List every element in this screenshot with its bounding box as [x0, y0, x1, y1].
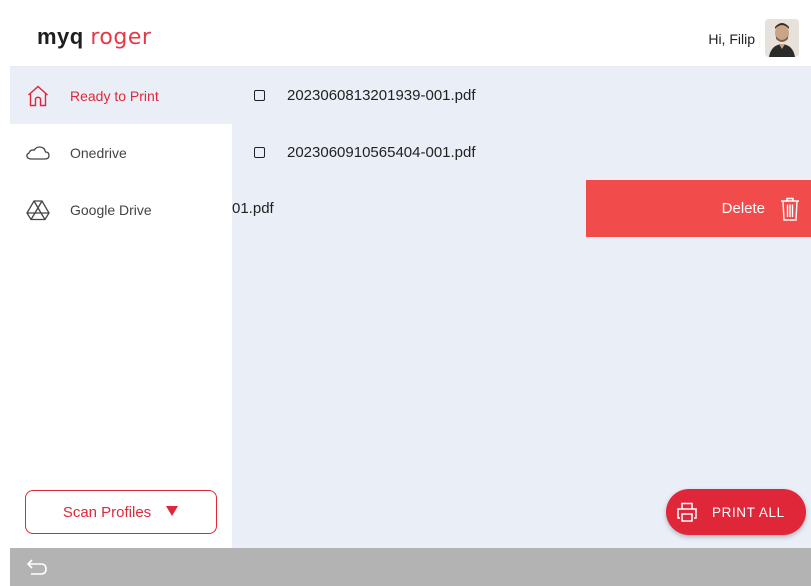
file-name: 01.pdf	[232, 200, 274, 217]
cloud-icon	[26, 141, 50, 165]
file-checkbox[interactable]	[254, 147, 265, 158]
trash-icon	[779, 196, 801, 222]
printer-icon	[676, 501, 698, 523]
caret-down-icon	[165, 504, 179, 521]
app-frame: myq roger Hi, Filip Ready to Print Onedr…	[0, 0, 811, 586]
file-list: 2023060813201939-001.pdf 202306091056540…	[232, 67, 811, 548]
file-checkbox[interactable]	[254, 90, 265, 101]
app-logo: myq roger	[37, 24, 151, 50]
logo-product: roger	[90, 25, 152, 50]
sidebar-item-onedrive[interactable]: Onedrive	[10, 124, 232, 181]
logo-brand: myq	[37, 24, 84, 49]
sidebar-item-label: Onedrive	[70, 144, 127, 161]
file-name: 2023060813201939-001.pdf	[287, 87, 476, 104]
sidebar-item-google-drive[interactable]: Google Drive	[10, 181, 232, 238]
print-all-button[interactable]: PRINT ALL	[666, 489, 806, 535]
bottom-bar	[10, 548, 811, 586]
scan-profiles-label: Scan Profiles	[62, 503, 152, 521]
sidebar: Ready to Print Onedrive Google Drive Sca…	[10, 67, 232, 548]
sidebar-item-label: Ready to Print	[70, 87, 159, 104]
file-name: 2023060910565404-001.pdf	[287, 144, 476, 161]
google-drive-icon	[26, 198, 50, 222]
delete-button[interactable]: Delete	[586, 180, 811, 237]
scan-profiles-button[interactable]: Scan Profiles	[25, 490, 217, 534]
user-avatar[interactable]	[765, 19, 799, 57]
file-row[interactable]: 2023060813201939-001.pdf	[232, 67, 811, 124]
print-all-label: PRINT ALL	[712, 504, 785, 520]
top-bar: myq roger Hi, Filip	[10, 11, 811, 67]
sidebar-item-label: Google Drive	[70, 201, 152, 218]
delete-label: Delete	[721, 200, 765, 217]
back-arrow-icon[interactable]	[26, 557, 48, 577]
sidebar-item-ready-to-print[interactable]: Ready to Print	[10, 67, 232, 124]
user-greeting: Hi, Filip	[708, 31, 755, 47]
home-icon	[26, 84, 50, 108]
file-row[interactable]: 2023060910565404-001.pdf	[232, 124, 811, 181]
